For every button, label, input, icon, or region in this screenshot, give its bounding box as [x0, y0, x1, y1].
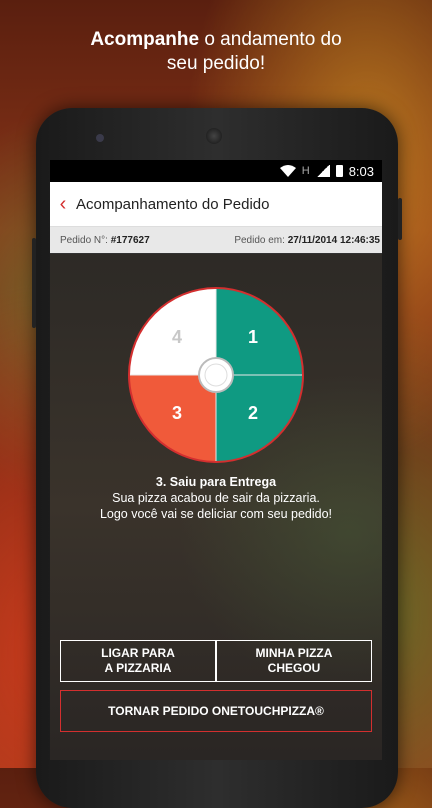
- order-date: Pedido em: 27/11/2014 12:46:35: [234, 235, 380, 246]
- speaker-icon: [206, 128, 222, 144]
- power-button: [398, 198, 402, 240]
- onetouch-order-button[interactable]: TORNAR PEDIDO ONETOUCHPIZZA®: [60, 690, 372, 732]
- wheel-label-1: 1: [248, 327, 258, 347]
- back-arrow-icon[interactable]: ‹: [52, 193, 74, 216]
- promo-headline: Acompanhe o andamento do seu pedido!: [0, 28, 432, 76]
- order-number-value: #177627: [110, 234, 150, 246]
- action-button-row: LIGAR PARA A PIZZARIA MINHA PIZZA CHEGOU: [60, 640, 372, 682]
- wheel-segment-2: [216, 375, 302, 461]
- camera-icon: [96, 134, 104, 142]
- step-title: 3. Saiu para Entrega: [155, 475, 277, 489]
- tracker-content: 1 2 3 4 3. Saiu para Entrega Sua pizza a…: [50, 254, 382, 760]
- volume-button: [32, 238, 36, 328]
- call-pizzeria-line1: LIGAR PARA: [101, 646, 175, 660]
- call-pizzeria-button[interactable]: LIGAR PARA A PIZZARIA: [60, 640, 216, 682]
- pizza-arrived-label: MINHA PIZZA CHEGOU: [256, 646, 333, 676]
- app-bar: ‹ Acompanhamento do Pedido: [50, 182, 382, 227]
- wheel-segment-1: [216, 289, 302, 375]
- network-type: H: [301, 165, 310, 177]
- status-bar: H 8:03: [50, 160, 382, 182]
- step-line-2: Logo você vai se deliciar com seu pedido…: [99, 507, 333, 521]
- pizza-arrived-button[interactable]: MINHA PIZZA CHEGOU: [216, 640, 372, 682]
- wifi-icon: [279, 165, 296, 177]
- signal-icon: [315, 165, 330, 177]
- order-number-label: Pedido N°:: [60, 234, 108, 246]
- phone-frame: H 8:03 ‹ Acompanhamento do Pedido Pedido…: [32, 108, 402, 808]
- order-date-value: 27/11/2014 12:46:35: [287, 234, 380, 246]
- phone-screen: H 8:03 ‹ Acompanhamento do Pedido Pedido…: [50, 160, 382, 760]
- pizza-arrived-line1: MINHA PIZZA: [255, 646, 333, 660]
- order-number: Pedido N°: #177627: [60, 235, 150, 246]
- wheel-label-4: 4: [172, 327, 182, 347]
- pizza-arrived-line2: CHEGOU: [267, 661, 321, 675]
- battery-icon: [335, 165, 343, 177]
- promo-headline-rest: o andamento do: [199, 29, 342, 50]
- call-pizzeria-line2: A PIZZARIA: [104, 661, 172, 675]
- wheel-center-inner: [204, 363, 228, 387]
- promo-headline-line2: seu pedido!: [166, 53, 266, 74]
- page-title: Acompanhamento do Pedido: [76, 195, 270, 213]
- wheel-label-2: 2: [248, 403, 258, 423]
- step-line-1: Sua pizza acabou de sair da pizzaria.: [112, 491, 320, 505]
- wheel-label-3: 3: [172, 403, 182, 423]
- call-pizzeria-label: LIGAR PARA A PIZZARIA: [101, 646, 175, 676]
- order-date-label: Pedido em:: [234, 234, 285, 246]
- promo-headline-bold: Acompanhe: [90, 29, 200, 50]
- order-progress-wheel: 1 2 3 4: [128, 287, 304, 463]
- order-info-bar: Pedido N°: #177627 Pedido em: 27/11/2014…: [50, 227, 382, 253]
- step-description: 3. Saiu para Entrega Sua pizza acabou de…: [50, 474, 382, 522]
- clock: 8:03: [348, 163, 374, 179]
